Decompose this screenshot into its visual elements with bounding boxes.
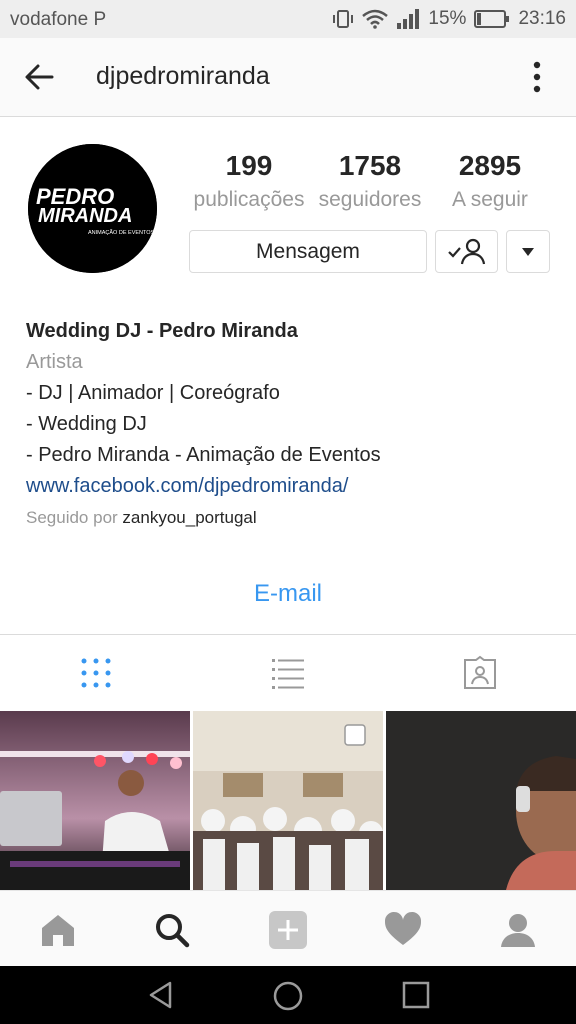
grid-photo[interactable] [386,711,576,890]
avatar-logo-line2: MIRANDA [38,205,132,227]
bio-line: - DJ | Animador | Coreógrafo [26,382,280,404]
wifi-icon [362,9,389,29]
stat-following-count: 2895 [458,150,522,181]
status-bar: vodafone P 15% 23:16 [0,0,576,38]
suggestions-dropdown-button[interactable] [506,230,550,273]
bio-category: Artista [26,351,83,373]
list-icon[interactable] [270,655,306,691]
recents-square-icon[interactable] [402,981,430,1009]
heart-icon[interactable] [383,910,423,950]
stat-posts-label: publicações [193,188,305,211]
following-check-icon [448,238,486,265]
home-circle-icon[interactable] [272,980,304,1012]
chevron-down-icon [522,248,534,256]
dj-portrait-photo [386,711,576,890]
stat-followers[interactable]: 1758 seguidores [310,150,430,212]
signal-icon [397,9,420,29]
stat-posts[interactable]: 199 publicações [189,150,309,212]
following-button[interactable] [435,230,498,273]
vibrate-icon [333,10,354,28]
avatar-logo-line3: ANIMAÇÃO DE EVENTOS [88,229,155,236]
followed-by-prefix: Seguido por [26,508,118,527]
bio-line: - Wedding DJ [26,413,147,435]
stat-posts-count: 199 [225,150,273,181]
profile-avatar[interactable]: PEDRO MIRANDA ANIMAÇÃO DE EVENTOS [28,144,157,273]
bottom-navigation [0,890,576,967]
back-arrow-icon[interactable] [22,60,56,94]
followed-by[interactable]: Seguido por zankyou_portugal [26,508,257,528]
tagged-icon[interactable] [462,655,498,691]
bio-name: Wedding DJ - Pedro Miranda [26,320,298,342]
add-icon[interactable] [268,910,308,950]
message-button[interactable]: Mensagem [189,230,427,273]
bio-line: - Pedro Miranda - Animação de Eventos [26,444,381,466]
profile-username: djpedromiranda [96,62,270,90]
search-icon[interactable] [152,910,192,950]
battery-icon [474,10,510,28]
system-navigation-bar [0,966,576,1024]
avatar-logo: PEDRO MIRANDA ANIMAÇÃO DE EVENTOS [28,144,157,273]
battery-percent: 15% [428,8,467,29]
profile-tabs [0,634,576,711]
stat-following[interactable]: 2895 A seguir [431,150,549,212]
carrier-name: vodafone P [10,9,107,30]
profile-bio: Wedding DJ - Pedro Miranda Artista - DJ … [26,316,381,502]
party-crowd-photo [193,711,383,890]
email-button[interactable]: E-mail [0,580,576,608]
clock: 23:16 [518,8,566,29]
stat-followers-count: 1758 [338,150,402,181]
stat-followers-label: seguidores [318,188,422,211]
photo-grid [0,711,576,890]
profile-icon[interactable] [498,910,538,950]
grid-photo[interactable] [0,711,190,890]
back-triangle-icon[interactable] [146,980,176,1010]
home-icon[interactable] [38,910,78,950]
profile-header: djpedromiranda [0,38,576,117]
grid-icon[interactable] [78,655,114,691]
more-options-icon[interactable] [527,58,547,96]
dj-booth-photo [0,711,190,890]
followed-by-user: zankyou_portugal [122,508,257,527]
stat-following-label: A seguir [452,188,528,211]
grid-photo[interactable] [193,711,383,890]
status-right: 15% 23:16 [332,8,566,30]
bio-website-link[interactable]: www.facebook.com/djpedromiranda/ [26,471,381,502]
